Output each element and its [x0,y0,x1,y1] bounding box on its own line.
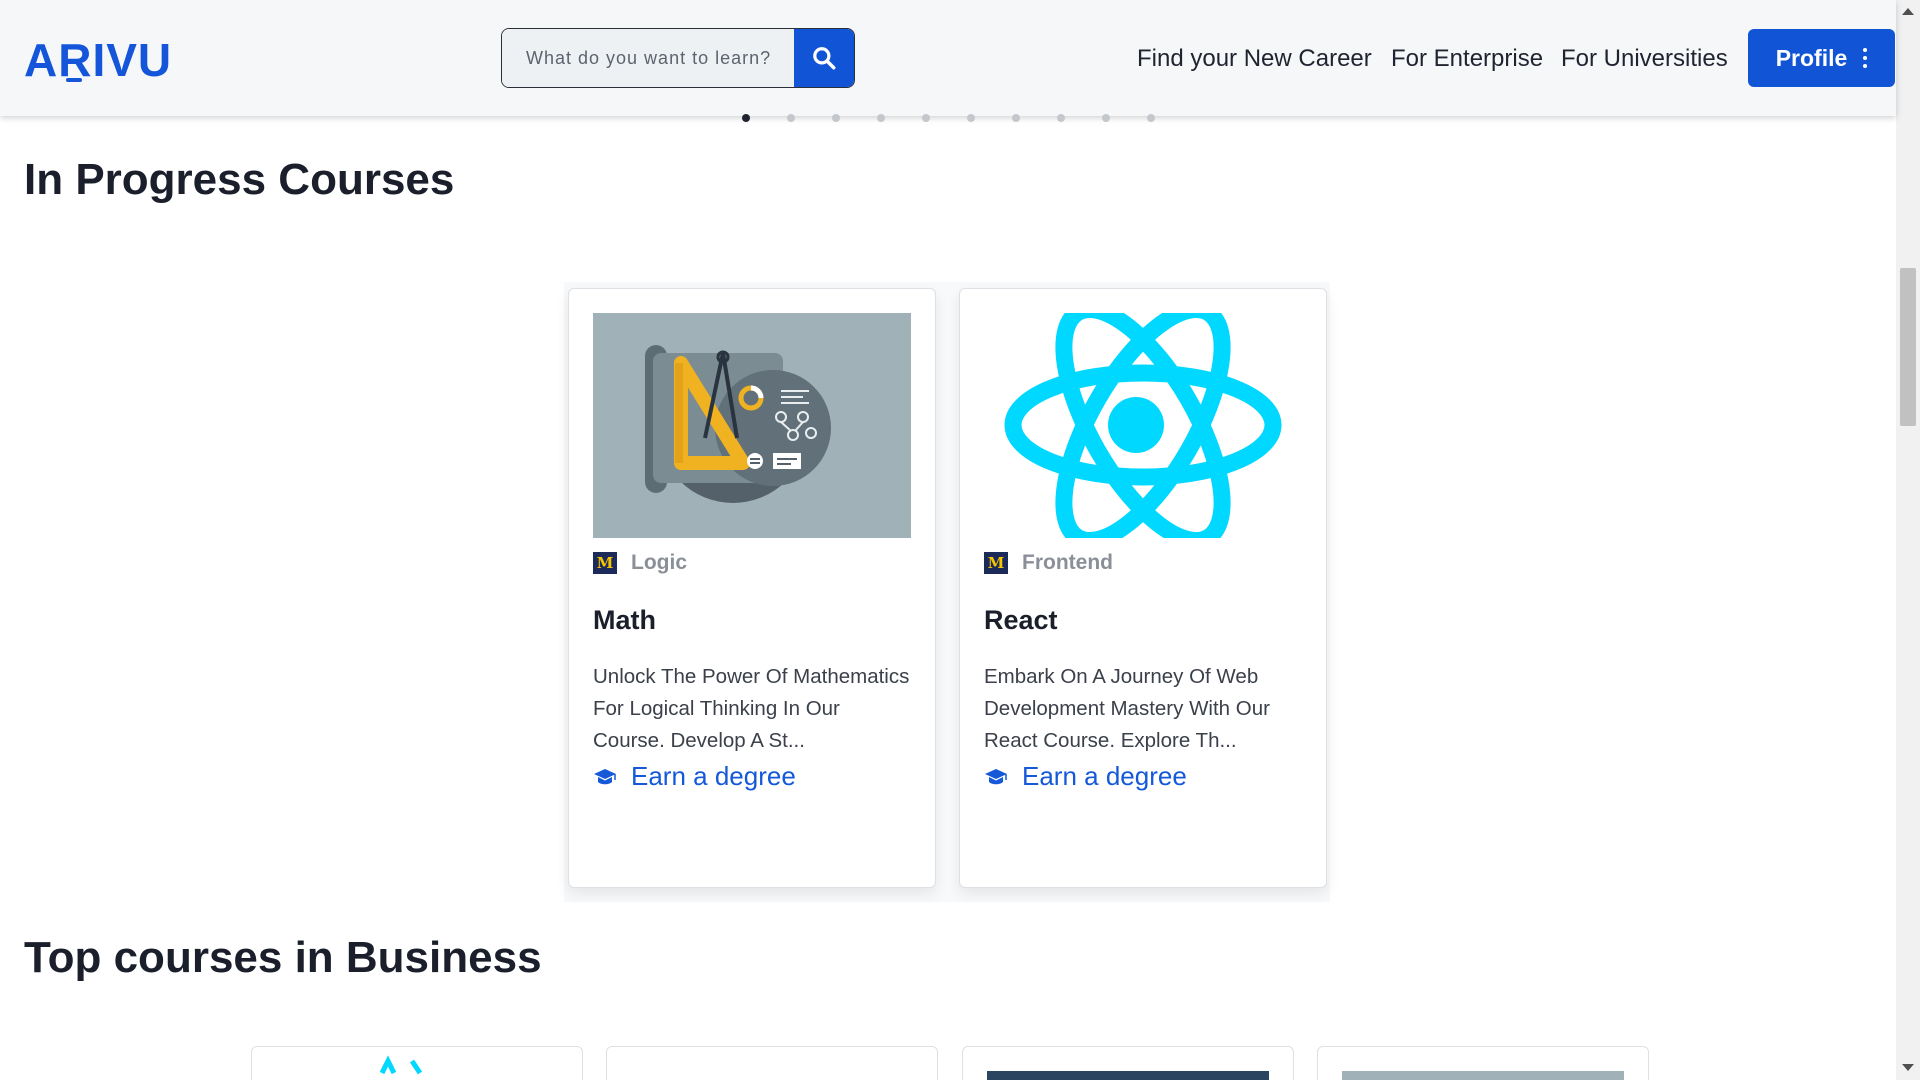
course-category-row: M Frontend [984,551,1113,575]
page-scrollbar[interactable] [1896,0,1920,1080]
page: ARIVU Find your New Career For Enterpris… [0,0,1920,1080]
course-category-row: M Logic [593,551,687,575]
earn-degree-label: Earn a degree [1022,761,1187,791]
profile-button[interactable]: Profile [1748,29,1895,87]
math-illustration-icon [593,313,911,538]
carousel-dot[interactable] [1102,114,1110,122]
more-vertical-icon [1863,48,1868,68]
brand-logo[interactable]: ARIVU [24,34,172,86]
university-logo: M [593,552,617,574]
carousel-dot[interactable] [1012,114,1020,122]
course-title: Math [593,605,656,635]
earn-degree-link[interactable]: Earn a degree [593,761,796,792]
course-thumbnail [987,1071,1269,1080]
course-description: Embark On A Journey Of Web Development M… [984,665,1270,752]
business-course-card[interactable] [606,1046,938,1080]
course-card-react[interactable]: M Frontend React Embark On A Journey Of … [959,288,1327,888]
business-course-card[interactable] [251,1046,583,1080]
nav-for-universities[interactable]: For Universities [1561,44,1728,74]
course-description: Unlock The Power Of Mathematics For Logi… [593,665,910,752]
search-icon [813,47,836,70]
course-thumbnail [1342,1071,1624,1080]
nav-for-enterprise[interactable]: For Enterprise [1391,44,1543,74]
graduation-cap-icon [594,768,616,784]
section-title-top-business: Top courses in Business [24,933,542,982]
graduation-cap-icon [985,768,1007,784]
carousel-dot[interactable] [877,114,885,122]
carousel-dots [742,114,1155,122]
course-category: Frontend [1022,551,1113,574]
course-category: Logic [631,551,687,574]
course-thumbnail-icon [379,1055,423,1075]
carousel-dot[interactable] [1057,114,1065,122]
carousel-dot[interactable] [832,114,840,122]
top-navbar: ARIVU Find your New Career For Enterpris… [0,0,1896,116]
carousel-dot[interactable] [787,114,795,122]
carousel-dot[interactable] [967,114,975,122]
carousel-dot[interactable] [742,114,750,122]
business-course-card[interactable] [962,1046,1294,1080]
university-logo: M [984,552,1008,574]
logo-accent [66,78,82,82]
scrollbar-thumb[interactable] [1900,268,1916,426]
course-thumbnail-react [984,313,1302,538]
search-input[interactable] [502,29,795,87]
section-title-in-progress: In Progress Courses [24,155,455,204]
course-title: React [984,605,1058,635]
course-thumbnail-math [593,313,911,538]
search-button[interactable] [794,29,854,87]
search-bar [501,28,855,88]
business-course-card[interactable] [1317,1046,1649,1080]
scroll-down-arrow-icon[interactable] [1902,1064,1914,1071]
earn-degree-link[interactable]: Earn a degree [984,761,1187,792]
profile-label: Profile [1775,44,1848,71]
earn-degree-label: Earn a degree [631,761,796,791]
course-card-math[interactable]: M Logic Math Unlock The Power Of Mathema… [568,288,936,888]
react-logo-icon [984,313,1302,538]
nav-find-career[interactable]: Find your New Career [1137,44,1372,74]
carousel-dot[interactable] [1147,114,1155,122]
scroll-up-arrow-icon[interactable] [1902,8,1914,15]
carousel-dot[interactable] [922,114,930,122]
